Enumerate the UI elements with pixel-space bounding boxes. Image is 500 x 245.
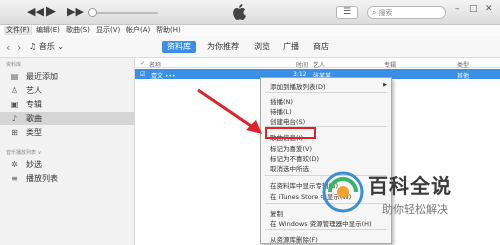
column-album[interactable]: 专辑 [384, 60, 396, 69]
sidebar-item-label: 专辑 [26, 100, 42, 109]
close-button[interactable]: ✕ [485, 4, 493, 14]
menu-love[interactable]: 标记为喜爱(V) [270, 143, 312, 153]
sidebar-playlist-header[interactable]: 音乐播放列表 ∨ [6, 149, 41, 156]
column-genre[interactable]: 类型 [457, 60, 469, 69]
watermark-title: 百科全说 [368, 174, 452, 198]
forward-icon[interactable]: › [17, 41, 21, 54]
sidebar-item-playlists[interactable]: ≡ 播放列表 [0, 172, 134, 185]
search-input[interactable]: ⌕ 搜索 [367, 6, 446, 19]
row-check-icon[interactable]: ☑ [140, 71, 145, 78]
album-icon: ▣ [10, 100, 19, 109]
recent-icon: ▤ [10, 72, 19, 81]
sidebar-item-label: 播放列表 [26, 174, 58, 183]
menu-play-next[interactable]: 插播(N) [270, 96, 293, 106]
tab-browse[interactable]: 浏览 [254, 41, 270, 53]
music-note-icon: ♫ [29, 42, 37, 51]
menu-dislike[interactable]: 标记为不喜欢(D) [270, 153, 319, 163]
highlight-box [265, 127, 316, 139]
table-header: ✓ 名称 时间 艺人 专辑 类型 [135, 58, 500, 69]
tab-library[interactable]: 资料库 [162, 41, 196, 53]
tab-store[interactable]: 商店 [313, 41, 329, 53]
menu-song[interactable]: 歌曲(S) [66, 26, 90, 35]
sidebar-item-genius[interactable]: ✲ 妙选 [0, 158, 134, 171]
menu-help[interactable]: 帮助(H) [156, 26, 181, 35]
sidebar-item-songs[interactable]: ♪ 歌曲 [0, 112, 134, 125]
artist-icon: ♙ [10, 86, 19, 95]
apple-logo-icon [233, 4, 246, 20]
nav-bar: ‹ › ♫ 音乐 ⌄ 资料库 为你推荐 浏览 广播 商店 [0, 36, 500, 58]
sidebar-item-label: 艺人 [26, 86, 42, 95]
watermark: 百科全说 助你轻松解决 [322, 168, 500, 230]
search-placeholder: 搜索 [378, 9, 393, 17]
menu-view[interactable]: 显示(V) [96, 26, 120, 35]
sidebar-item-label: 歌曲 [26, 114, 42, 123]
cell-name: 壹文 ••• [151, 73, 176, 80]
sidebar-item-recent[interactable]: ▤ 最近添加 [0, 70, 134, 83]
sidebar: 资料库 ▤ 最近添加 ♙ 艺人 ▣ 专辑 ♪ 歌曲 ⊞ 类型 音乐播放列表 ∨ … [0, 58, 135, 245]
sidebar-item-artists[interactable]: ♙ 艺人 [0, 84, 134, 97]
sidebar-library-header: 资料库 [6, 62, 22, 68]
volume-slider[interactable] [92, 12, 158, 14]
genius-icon: ✲ [11, 160, 18, 169]
tab-radio[interactable]: 广播 [283, 41, 299, 53]
sidebar-item-label: 类型 [26, 128, 42, 137]
playlist-icon: ≡ [11, 174, 18, 183]
menu-divider [265, 92, 387, 93]
player-toolbar: ◀◀ ▶ ▶▶ ☰ ⌕ 搜索 – □ ✕ [0, 0, 500, 25]
fast-forward-icon[interactable]: ▶▶ [67, 5, 84, 19]
cell-genre: 其他 [457, 73, 470, 80]
rewind-icon[interactable]: ◀◀ [27, 5, 44, 19]
menu-add-to-playlist[interactable]: 添加到播放列表(D) [270, 81, 326, 91]
maximize-button[interactable]: □ [469, 4, 478, 14]
menu-edit[interactable]: 编辑(E) [36, 26, 60, 35]
volume-knob[interactable] [88, 8, 97, 17]
sidebar-item-genres[interactable]: ⊞ 类型 [0, 126, 134, 139]
genre-icon: ⊞ [11, 128, 18, 137]
menu-play-later[interactable]: 待播(L) [270, 106, 292, 116]
watermark-logo-icon [322, 171, 364, 213]
song-icon: ♪ [11, 114, 18, 123]
column-name[interactable]: 名称 [149, 60, 161, 69]
menu-file[interactable]: 文件(F) [4, 26, 32, 35]
sidebar-item-albums[interactable]: ▣ 专辑 [0, 98, 134, 111]
menu-create-station[interactable]: 创建电台(S) [270, 116, 305, 126]
header-check-icon[interactable]: ✓ [140, 60, 145, 67]
media-selector[interactable]: ♫ 音乐 ⌄ [29, 41, 64, 52]
menu-uncheck[interactable]: 取消选中所选 [270, 163, 309, 173]
menu-account[interactable]: 帐户(A) [126, 26, 150, 35]
watermark-subtitle: 助你轻松解决 [382, 203, 448, 216]
submenu-arrow-icon: ▶ [383, 82, 387, 88]
menu-bar: 文件(F) 编辑(E) 歌曲(S) 显示(V) 帐户(A) 帮助(H) [0, 25, 500, 36]
minimize-button[interactable]: – [455, 4, 460, 14]
search-icon: ⌕ [372, 8, 377, 17]
sidebar-item-label: 妙选 [26, 160, 42, 169]
column-time[interactable]: 时间 [296, 60, 308, 69]
menu-copy[interactable]: 复制 [270, 208, 283, 218]
red-arrow-icon [197, 88, 262, 134]
sidebar-item-label: 最近添加 [26, 72, 58, 81]
play-icon[interactable]: ▶ [46, 5, 56, 19]
menu-delete-from-library[interactable]: 从资源库删除(F) [270, 234, 318, 244]
column-artist[interactable]: 艺人 [313, 60, 325, 69]
chevron-down-icon: ⌄ [57, 42, 64, 51]
media-selector-label: 音乐 [38, 42, 55, 51]
tab-for-you[interactable]: 为你推荐 [207, 41, 239, 53]
back-icon[interactable]: ‹ [6, 41, 10, 54]
list-icon[interactable]: ☰ [336, 6, 358, 19]
